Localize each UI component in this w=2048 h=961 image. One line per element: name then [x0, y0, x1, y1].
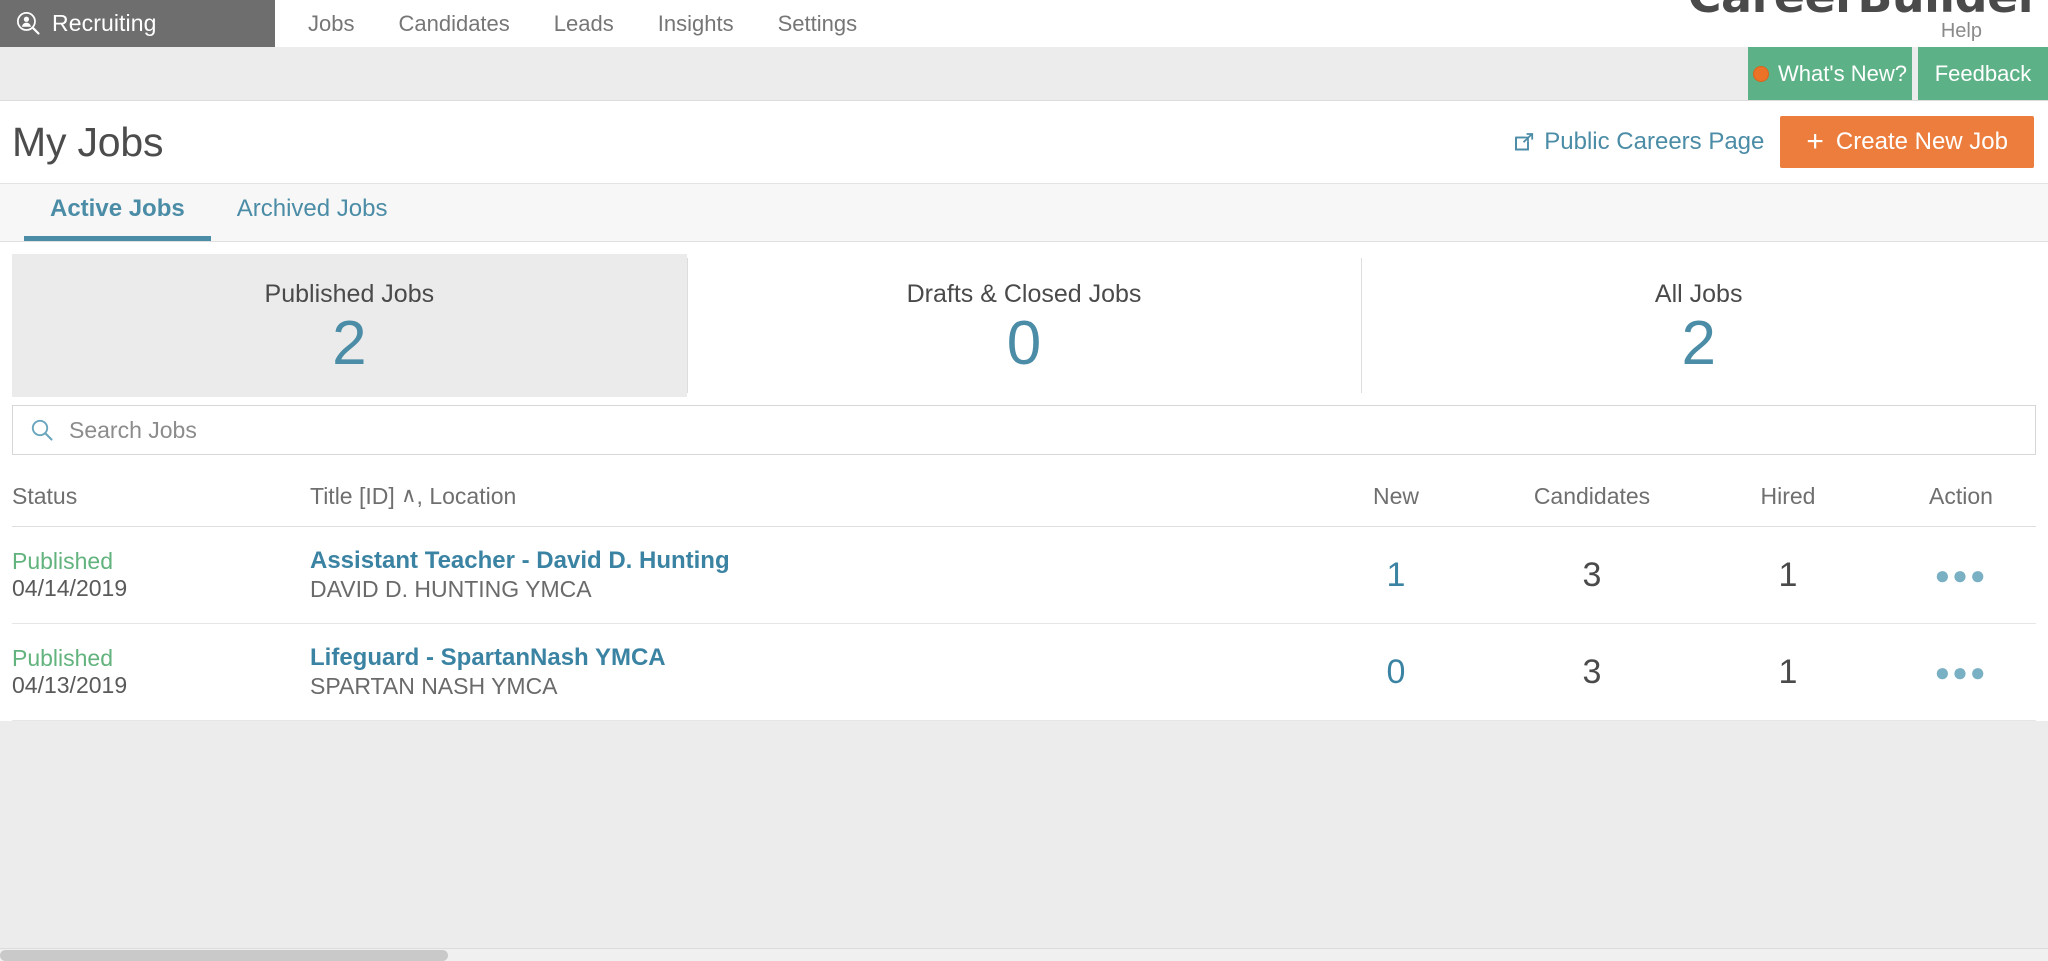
orange-dot-icon [1753, 66, 1769, 82]
stat-card-all-jobs[interactable]: All Jobs 2 [1361, 254, 2036, 397]
page-bottom-filler [0, 721, 2048, 961]
nav-item-jobs[interactable]: Jobs [308, 11, 354, 37]
row-status-cell: Published 04/14/2019 [12, 548, 302, 602]
search-icon [29, 417, 55, 443]
create-new-job-label: Create New Job [1836, 128, 2008, 156]
column-header-candidates[interactable]: Candidates [1494, 483, 1690, 510]
tab-archived-jobs[interactable]: Archived Jobs [211, 195, 414, 241]
external-link-icon [1513, 131, 1535, 153]
job-title-link[interactable]: Assistant Teacher - David D. Hunting [310, 547, 730, 576]
column-header-status[interactable]: Status [12, 483, 302, 510]
row-hired-cell: 1 [1690, 653, 1886, 692]
column-header-hired[interactable]: Hired [1690, 483, 1886, 510]
stat-card-drafts-closed-jobs[interactable]: Drafts & Closed Jobs 0 [687, 254, 1362, 397]
row-title-cell: Assistant Teacher - David D. Hunting DAV… [302, 547, 1298, 603]
job-stat-cards: Published Jobs 2 Drafts & Closed Jobs 0 … [0, 242, 2048, 405]
stat-card-drafts-closed-jobs-label: Drafts & Closed Jobs [907, 280, 1142, 309]
candidates-count[interactable]: 3 [1583, 556, 1602, 594]
whats-new-button[interactable]: What's New? [1748, 47, 1912, 100]
jobs-tabs: Active Jobs Archived Jobs [0, 184, 2048, 242]
stat-card-published-jobs-label: Published Jobs [265, 280, 435, 309]
public-careers-page-label: Public Careers Page [1544, 128, 1764, 156]
search-section [0, 405, 2048, 467]
search-box[interactable] [12, 405, 2036, 455]
column-header-title-text: Title [ID] [310, 483, 395, 509]
table-header-row: Status Title [ID] ∧, Location New Candid… [12, 467, 2036, 527]
nav-item-settings[interactable]: Settings [778, 11, 858, 37]
status-date: 04/14/2019 [12, 575, 302, 602]
plus-icon: + [1806, 127, 1824, 157]
brandmark: CareerBuilder Help [1688, 0, 2040, 43]
stat-card-drafts-closed-jobs-value: 0 [1007, 311, 1041, 376]
row-candidates-cell: 3 [1494, 653, 1690, 692]
search-input[interactable] [69, 417, 2019, 444]
job-organization: DAVID D. HUNTING YMCA [310, 576, 1298, 604]
status-date: 04/13/2019 [12, 672, 302, 699]
nav-item-leads[interactable]: Leads [554, 11, 614, 37]
row-new-cell: 1 [1298, 556, 1494, 595]
tab-archived-jobs-label: Archived Jobs [237, 195, 388, 222]
page-header: My Jobs Public Careers Page + Create New… [0, 101, 2048, 184]
column-header-location-text: , Location [417, 483, 517, 509]
feedback-label: Feedback [1935, 61, 2032, 87]
stat-card-all-jobs-value: 2 [1681, 311, 1715, 376]
job-title-link[interactable]: Lifeguard - SpartanNash YMCA [310, 644, 666, 673]
page-title: My Jobs [12, 119, 163, 166]
create-new-job-button[interactable]: + Create New Job [1780, 116, 2034, 168]
brandmark-wordmark: CareerBuilder [1688, 0, 2040, 18]
job-organization: SPARTAN NASH YMCA [310, 673, 1298, 701]
row-status-cell: Published 04/13/2019 [12, 645, 302, 699]
ellipsis-icon[interactable]: ●●● [1934, 659, 1987, 685]
row-new-cell: 0 [1298, 653, 1494, 692]
jobs-table-header: Status Title [ID] ∧, Location New Candid… [12, 467, 2036, 527]
caret-up-icon: ∧ [401, 483, 416, 508]
row-title-cell: Lifeguard - SpartanNash YMCA SPARTAN NAS… [302, 644, 1298, 700]
public-careers-page-link[interactable]: Public Careers Page [1513, 128, 1764, 156]
new-count[interactable]: 0 [1387, 653, 1406, 691]
horizontal-scrollbar-thumb[interactable] [0, 950, 448, 961]
header-actions: Public Careers Page + Create New Job [1513, 116, 2034, 168]
table-row[interactable]: Published 04/14/2019 Assistant Teacher -… [12, 527, 2036, 624]
row-hired-cell: 1 [1690, 556, 1886, 595]
feedback-button[interactable]: Feedback [1918, 47, 2048, 100]
candidates-count[interactable]: 3 [1583, 653, 1602, 691]
row-action-cell: ●●● [1886, 659, 2036, 686]
stat-card-all-jobs-label: All Jobs [1655, 280, 1743, 309]
help-link[interactable]: Help [1941, 20, 1982, 43]
brand-tab-recruiting[interactable]: Recruiting [0, 0, 275, 47]
person-search-icon [16, 11, 41, 36]
hired-count[interactable]: 1 [1779, 556, 1798, 594]
jobs-table-body: Published 04/14/2019 Assistant Teacher -… [12, 527, 2036, 721]
top-navigation-bar: Recruiting Jobs Candidates Leads Insight… [0, 0, 2048, 47]
brand-label: Recruiting [52, 10, 157, 37]
status-badge: Published [12, 645, 302, 672]
tab-active-jobs[interactable]: Active Jobs [24, 195, 211, 241]
row-candidates-cell: 3 [1494, 556, 1690, 595]
page-root: Recruiting Jobs Candidates Leads Insight… [0, 0, 2048, 961]
column-header-title-location[interactable]: Title [ID] ∧, Location [302, 483, 1298, 510]
row-action-cell: ●●● [1886, 562, 2036, 589]
whats-new-label: What's New? [1778, 61, 1907, 87]
ellipsis-icon[interactable]: ●●● [1934, 562, 1987, 588]
tab-active-jobs-label: Active Jobs [50, 195, 185, 222]
column-header-action: Action [1886, 483, 2036, 510]
status-badge: Published [12, 548, 302, 575]
column-header-new[interactable]: New [1298, 483, 1494, 510]
nav-links: Jobs Candidates Leads Insights Settings [275, 0, 857, 47]
new-count[interactable]: 1 [1387, 556, 1406, 594]
nav-item-insights[interactable]: Insights [658, 11, 734, 37]
nav-item-candidates[interactable]: Candidates [398, 11, 509, 37]
table-row[interactable]: Published 04/13/2019 Lifeguard - Spartan… [12, 624, 2036, 721]
utility-bar: What's New? Feedback [0, 47, 2048, 101]
horizontal-scrollbar[interactable] [0, 948, 2048, 961]
hired-count[interactable]: 1 [1779, 653, 1798, 691]
stat-card-published-jobs[interactable]: Published Jobs 2 [12, 254, 687, 397]
stat-card-published-jobs-value: 2 [332, 311, 366, 376]
jobs-table: Status Title [ID] ∧, Location New Candid… [0, 467, 2048, 721]
